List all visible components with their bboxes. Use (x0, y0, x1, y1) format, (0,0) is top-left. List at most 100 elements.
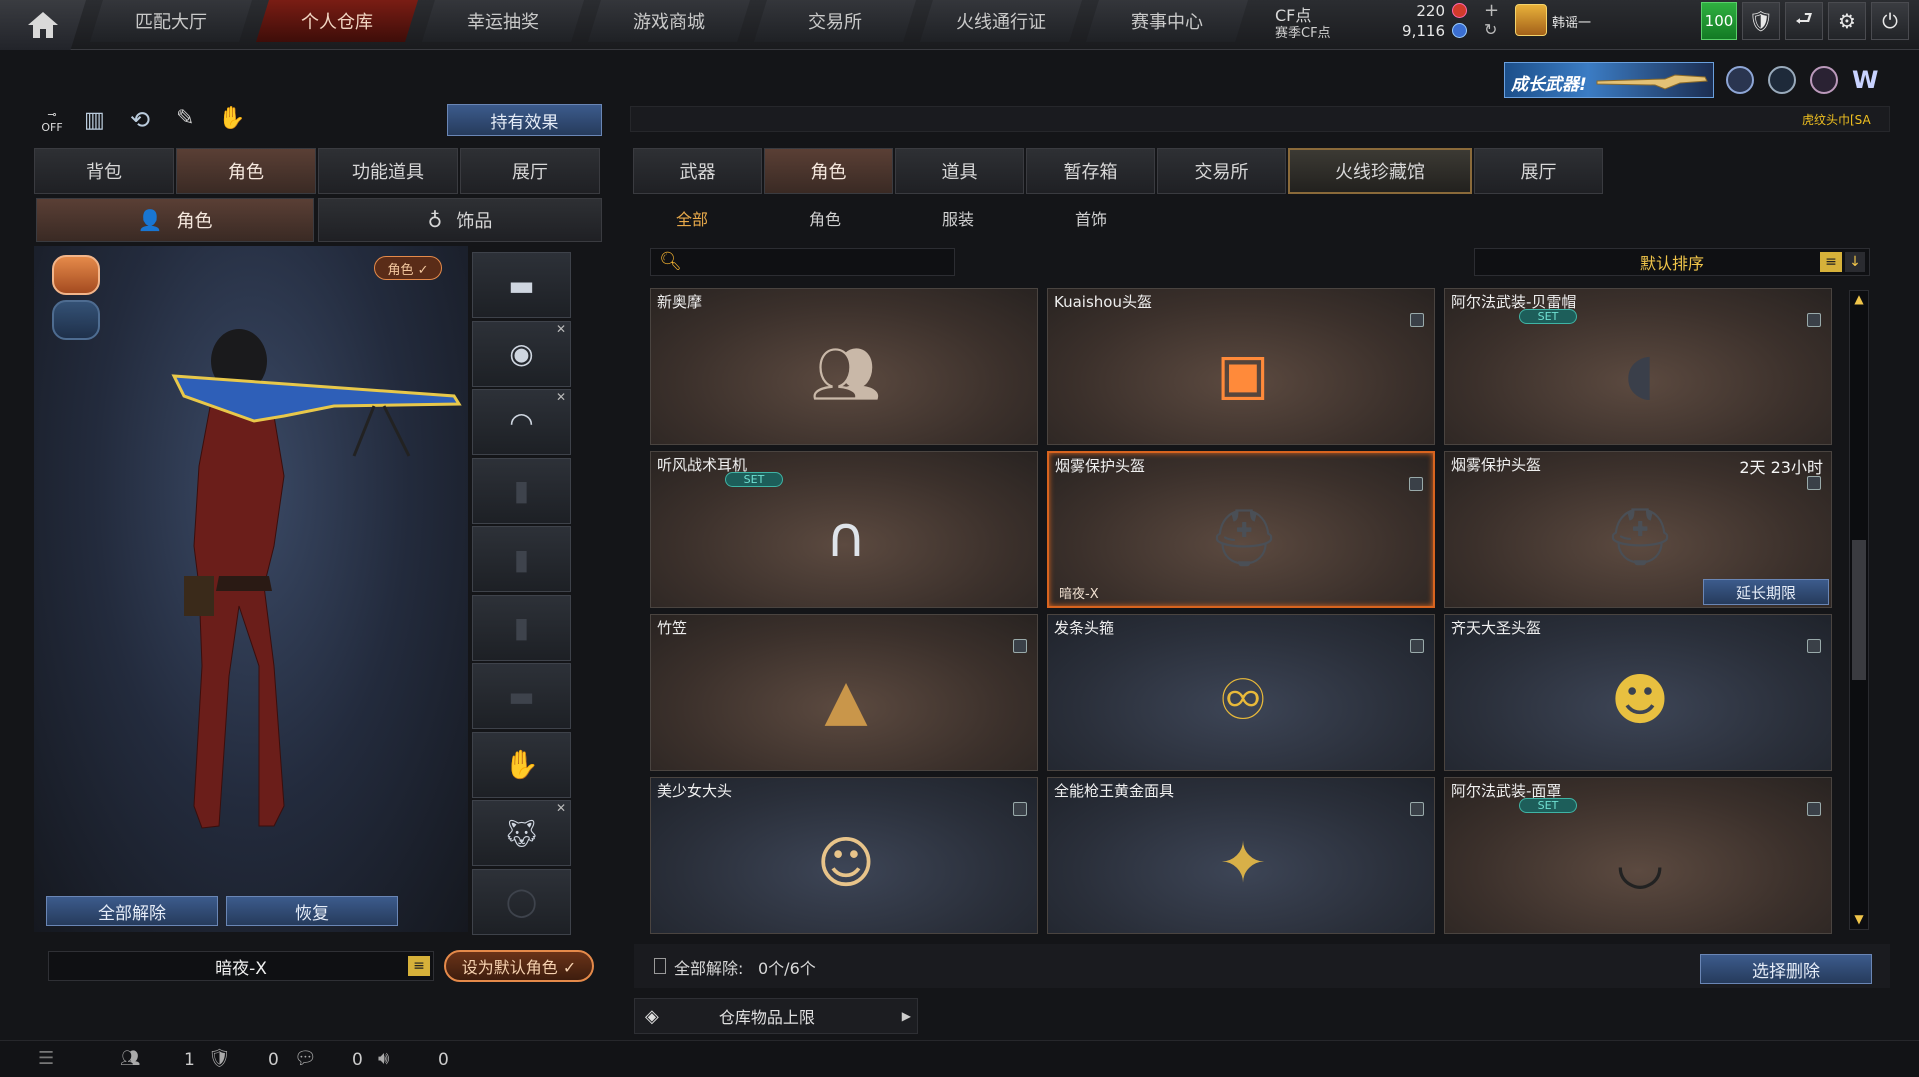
item-card[interactable]: 发条头箍 ♾︎ (1047, 614, 1435, 771)
username[interactable]: 韩谣一 (1552, 12, 1591, 31)
friends-icon[interactable]: 👥︎ (120, 1048, 140, 1067)
equipment-slot[interactable]: ▬ (472, 663, 571, 729)
category-tab[interactable]: 武器 (633, 148, 762, 194)
item-card[interactable]: 竹笠 ▲ (650, 614, 1038, 771)
left-tab[interactable]: 功能道具 (318, 148, 458, 194)
equipment-slot[interactable]: ◠ ✕ (472, 389, 571, 455)
item-card[interactable]: 齐天大圣头盔 ☻ (1444, 614, 1832, 771)
equipment-slot[interactable]: ▮ (472, 526, 571, 592)
item-card[interactable]: 全能枪王黄金面具 ✦ (1047, 777, 1435, 934)
volume-icon[interactable]: 🔊︎ (378, 1048, 389, 1069)
trash-icon[interactable] (1807, 476, 1821, 490)
rank-avatar-icon[interactable] (1515, 4, 1547, 36)
filter-tab[interactable]: 首饰 (1075, 206, 1107, 230)
gear-icon[interactable]: ⚙ (1828, 2, 1866, 40)
nav-tab[interactable]: 赛事中心 (1086, 0, 1248, 42)
trash-icon[interactable] (1013, 639, 1027, 653)
character-preview[interactable] (34, 246, 468, 932)
trash-icon[interactable] (1410, 313, 1424, 327)
mask-emblem-icon[interactable] (52, 300, 100, 340)
shield-icon[interactable]: 🛡 (1742, 2, 1780, 40)
item-card[interactable]: Kuaishou头盔 ▣ (1047, 288, 1435, 445)
set-default-role-button[interactable]: 设为默认角色 ✓ (444, 950, 594, 982)
trash-icon[interactable] (1807, 639, 1821, 653)
trash-icon[interactable] (1807, 802, 1821, 816)
list-view-icon[interactable]: ≡ (1820, 252, 1842, 272)
toggle-off-icon[interactable]: ⊸ OFF (36, 108, 68, 136)
level-badge[interactable]: 100 (1701, 2, 1737, 40)
equipment-slot[interactable]: ✋ (472, 731, 571, 798)
chat-icon[interactable]: 💬︎ (294, 1048, 317, 1069)
return-icon[interactable]: ⮐ (1785, 2, 1823, 40)
emblem-icon-4[interactable]: W (1852, 66, 1882, 94)
left-tab[interactable]: 背包 (34, 148, 174, 194)
unequip-all-button[interactable]: 全部解除 (46, 896, 218, 926)
scroll-up-arrow[interactable]: ▲ (1851, 292, 1867, 308)
item-card[interactable]: 听风战术耳机 ∩ SET (650, 451, 1038, 608)
trash-icon[interactable] (1409, 477, 1423, 491)
character-name-field[interactable]: 暗夜-X (48, 951, 434, 981)
item-card[interactable]: 阿尔法武装-贝雷帽 ◖ SET (1444, 288, 1832, 445)
character-list-icon[interactable]: ≡ (408, 956, 430, 976)
history-icon[interactable]: ⟲ (130, 106, 150, 134)
power-icon[interactable]: ⏻ (1871, 2, 1909, 40)
sort-desc-icon[interactable]: ↓ (1845, 252, 1865, 272)
remove-slot-icon[interactable]: ✕ (556, 390, 566, 404)
refresh-icon[interactable]: ↻ (1484, 20, 1497, 39)
remove-slot-icon[interactable]: ✕ (556, 322, 566, 336)
item-card[interactable]: 新奥摩 👥︎ (650, 288, 1038, 445)
nav-tab[interactable]: 交易所 (754, 0, 916, 42)
trash-icon[interactable] (1410, 639, 1424, 653)
equipment-slot[interactable]: ▮ (472, 457, 571, 524)
category-tab[interactable]: 角色 (764, 148, 893, 194)
remove-slot-icon[interactable]: ✕ (556, 801, 566, 815)
trash-icon[interactable] (1013, 802, 1027, 816)
emblem-icon-1[interactable] (1726, 66, 1754, 94)
hand-icon[interactable]: ✋ (218, 106, 245, 131)
item-card[interactable]: 烟雾保护头盔 ⛑︎ 2天 23小时 延长期限 (1444, 451, 1832, 608)
subtab-role[interactable]: 👤 角色 (36, 198, 314, 242)
menu-icon[interactable]: ☰ (38, 1048, 54, 1069)
storage-limit-bar[interactable]: ◈ 仓库物品上限 ▶ (634, 998, 918, 1034)
nav-tab[interactable]: 游戏商城 (588, 0, 750, 42)
nav-tab[interactable]: 匹配大厅 (90, 0, 252, 42)
select-delete-button[interactable]: 选择删除 (1700, 954, 1872, 984)
emblem-icon-3[interactable] (1810, 66, 1838, 94)
equipment-slot[interactable]: ◉ ✕ (472, 320, 571, 387)
item-card[interactable]: 美少女大头 ☺ (650, 777, 1038, 934)
item-card[interactable]: 烟雾保护头盔 ⛑︎ 暗夜-X (1047, 451, 1435, 608)
category-tab[interactable]: 道具 (895, 148, 1024, 194)
paint-icon[interactable]: ✎ (176, 106, 194, 131)
left-tab[interactable]: 角色 (176, 148, 316, 194)
equipment-slot[interactable]: ▮ (472, 594, 571, 661)
category-tab[interactable]: 暂存箱 (1026, 148, 1155, 194)
nav-tab[interactable]: 幸运抽奖 (422, 0, 584, 42)
filter-tab[interactable]: 全部 (676, 206, 708, 230)
equipment-slot[interactable]: ▬ (472, 252, 571, 318)
add-cf-icon[interactable]: + (1484, 0, 1499, 21)
filter-tab[interactable]: 服装 (942, 206, 974, 230)
trash-icon[interactable] (1410, 802, 1424, 816)
search-box[interactable]: 🔍︎ (650, 248, 955, 276)
item-card[interactable]: 阿尔法武装-面罩 ◡ SET (1444, 777, 1832, 934)
scrollbar-thumb[interactable] (1852, 540, 1866, 680)
emblem-icon-2[interactable] (1768, 66, 1796, 94)
equipment-slot[interactable]: 🐺︎ ✕ (472, 800, 571, 866)
nav-tab[interactable]: 火线通行证 (920, 0, 1082, 42)
trash-icon[interactable] (1807, 313, 1821, 327)
left-tab[interactable]: 展厅 (460, 148, 600, 194)
nav-tab[interactable]: 个人仓库 (256, 0, 418, 42)
category-tab[interactable]: 交易所 (1157, 148, 1286, 194)
category-tab[interactable]: 火线珍藏馆 (1288, 148, 1472, 194)
extend-period-button[interactable]: 延长期限 (1703, 579, 1829, 605)
equipment-slot[interactable]: ◯ (472, 868, 571, 935)
subtab-accessory[interactable]: ♁ 饰品 (318, 198, 602, 242)
clan-icon[interactable]: 🛡︎ (208, 1048, 231, 1069)
filter-tab[interactable]: 角色 (809, 206, 841, 230)
scroll-down-arrow[interactable]: ▼ (1851, 912, 1867, 928)
search-input[interactable] (685, 251, 945, 273)
restore-button[interactable]: 恢复 (226, 896, 398, 926)
hold-effect-button[interactable]: 持有效果 (447, 104, 602, 136)
ranking-icon[interactable]: ▥ (84, 108, 105, 133)
promo-banner[interactable]: 成长武器! (1504, 62, 1714, 98)
